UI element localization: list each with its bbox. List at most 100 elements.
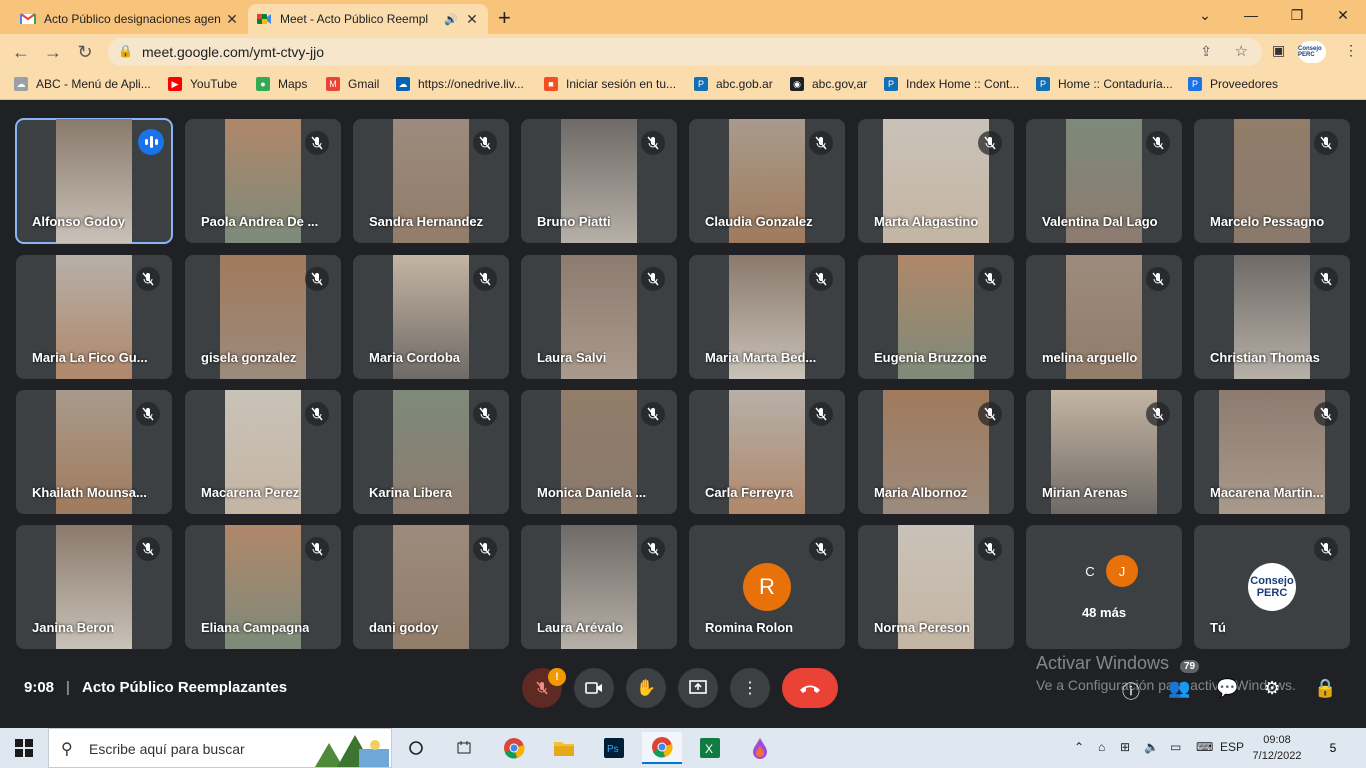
- mic-muted-icon: [136, 267, 160, 291]
- tab-gmail[interactable]: Acto Público designaciones agen ✕: [12, 4, 248, 34]
- bookmark-item[interactable]: ◉ abc.gov,ar: [790, 77, 867, 91]
- participant-tile[interactable]: gisela gonzalez: [185, 255, 341, 379]
- taskbar-clock[interactable]: 09:08 7/12/2022: [1252, 732, 1302, 764]
- participant-tile[interactable]: Monica Daniela ...: [521, 390, 677, 514]
- more-participants-label: 48 más: [1081, 605, 1127, 620]
- bookmark-item[interactable]: P Proveedores: [1188, 77, 1278, 91]
- present-screen-button[interactable]: [678, 668, 718, 708]
- bookmark-star-icon[interactable]: ☆: [1235, 42, 1248, 60]
- participant-tile[interactable]: Laura Salvi: [521, 255, 677, 379]
- task-view-icon[interactable]: [396, 732, 436, 764]
- info-icon[interactable]: ⓘ: [1122, 678, 1140, 704]
- camera-toggle-button[interactable]: [574, 668, 614, 708]
- reload-icon[interactable]: ↻: [74, 42, 96, 63]
- excel-icon[interactable]: X: [690, 732, 730, 764]
- raise-hand-button[interactable]: ✋: [626, 668, 666, 708]
- participant-tile[interactable]: melina arguello: [1026, 255, 1182, 379]
- taskbar-search-box[interactable]: ⚲ Escribe aquí para buscar: [48, 728, 392, 768]
- participant-tile[interactable]: Paola Andrea De ...: [185, 119, 341, 243]
- bookmark-item[interactable]: ● Maps: [256, 77, 307, 91]
- participant-name: Marta Alagastino: [874, 214, 979, 229]
- participant-tile[interactable]: Laura Arévalo: [521, 525, 677, 649]
- photoshop-icon[interactable]: Ps: [594, 732, 634, 764]
- language-indicator[interactable]: ESP: [1220, 740, 1244, 754]
- more-participants-tile[interactable]: C J 48 más: [1026, 525, 1182, 649]
- participant-tile[interactable]: Eliana Campagna: [185, 525, 341, 649]
- notification-center-button[interactable]: 5: [1322, 738, 1344, 758]
- close-window-icon[interactable]: ✕: [1320, 0, 1366, 30]
- participant-tile[interactable]: Christian Thomas: [1194, 255, 1350, 379]
- participant-tile[interactable]: Claudia Gonzalez: [689, 119, 845, 243]
- file-explorer-icon[interactable]: [544, 732, 584, 764]
- leave-call-button[interactable]: [782, 668, 838, 708]
- people-icon[interactable]: 👥: [1168, 678, 1190, 699]
- display-icon[interactable]: ▭: [1170, 740, 1181, 754]
- start-button[interactable]: [0, 728, 48, 768]
- profile-avatar[interactable]: Consejo PERC: [1298, 41, 1326, 63]
- participant-tile[interactable]: Marta Alagastino: [858, 119, 1014, 243]
- participant-tile[interactable]: Maria Albornoz: [858, 390, 1014, 514]
- share-icon[interactable]: ⇪: [1200, 43, 1212, 60]
- participant-tile[interactable]: Maria Marta Bed...: [689, 255, 845, 379]
- lock-icon[interactable]: 🔒: [118, 44, 133, 58]
- back-icon[interactable]: ←: [10, 42, 32, 63]
- bookmark-item[interactable]: ☁ ABC - Menú de Apli...: [14, 77, 151, 91]
- minimize-icon[interactable]: —: [1228, 0, 1274, 30]
- participant-tile[interactable]: Alfonso Godoy: [15, 118, 173, 244]
- participant-tile[interactable]: Maria La Fico Gu...: [16, 255, 172, 379]
- close-tab-icon[interactable]: ✕: [464, 11, 480, 28]
- chrome-active-window-icon[interactable]: [642, 732, 682, 764]
- participant-tile[interactable]: Macarena Martin...: [1194, 390, 1350, 514]
- bookmark-label: abc.gob.ar: [716, 77, 773, 91]
- participant-tile[interactable]: Marcelo Pessagno: [1194, 119, 1350, 243]
- bookmark-item[interactable]: P Index Home :: Cont...: [884, 77, 1019, 91]
- keyboard-icon[interactable]: ⌨: [1196, 740, 1213, 754]
- participant-tile[interactable]: Karina Libera: [353, 390, 509, 514]
- participant-tile[interactable]: Bruno Piatti: [521, 119, 677, 243]
- chrome-taskbar-icon[interactable]: [494, 732, 534, 764]
- participant-tile[interactable]: Carla Ferreyra: [689, 390, 845, 514]
- participant-name: Christian Thomas: [1210, 350, 1320, 365]
- address-bar[interactable]: 🔒 meet.google.com/ymt-ctvy-jjo ⇪ ☆: [108, 38, 1262, 66]
- participant-tile[interactable]: Khailath Mounsa...: [16, 390, 172, 514]
- bookmark-item[interactable]: Pabc.gob.ar: [694, 77, 773, 91]
- tab-meet[interactable]: Meet - Acto Público Reempl 🔊 ✕: [248, 4, 488, 34]
- widgets-icon[interactable]: [444, 732, 484, 764]
- participant-tile[interactable]: dani godoy: [353, 525, 509, 649]
- speaker-icon[interactable]: 🔊: [444, 13, 458, 26]
- forward-icon[interactable]: →: [42, 42, 64, 63]
- network-icon[interactable]: ⊞: [1120, 740, 1130, 754]
- participant-tile[interactable]: Norma Pereson: [858, 525, 1014, 649]
- close-tab-icon[interactable]: ✕: [224, 11, 240, 28]
- participant-tile[interactable]: Valentina Dal Lago: [1026, 119, 1182, 243]
- participant-tile[interactable]: Macarena Perez: [185, 390, 341, 514]
- maximize-icon[interactable]: ❐: [1274, 0, 1320, 30]
- new-tab-button[interactable]: +: [498, 5, 511, 31]
- bookmark-item[interactable]: ☁ https://onedrive.liv...: [396, 77, 524, 91]
- host-controls-icon[interactable]: 🔒: [1314, 678, 1336, 699]
- globe-icon: ◉: [790, 77, 804, 91]
- bookmark-item[interactable]: M Gmail: [326, 77, 379, 91]
- tab-search-icon[interactable]: ⌄: [1182, 0, 1228, 30]
- participant-tile[interactable]: Sandra Hernandez: [353, 119, 509, 243]
- bookmark-item[interactable]: ■ Iniciar sesión en tu...: [544, 77, 676, 91]
- bookmark-item[interactable]: P Home :: Contaduría...: [1036, 77, 1173, 91]
- chat-icon[interactable]: 💬: [1216, 678, 1238, 699]
- participant-tile[interactable]: Mirian Arenas: [1026, 390, 1182, 514]
- menu-kebab-icon[interactable]: ⋮: [1344, 42, 1358, 59]
- tab-title: Acto Público designaciones agen: [44, 12, 221, 26]
- more-options-button[interactable]: ⋮: [730, 668, 770, 708]
- participant-tile[interactable]: Janina Beron: [16, 525, 172, 649]
- self-tile[interactable]: Consejo PERC Tú: [1194, 525, 1350, 649]
- side-panel-icon[interactable]: ▣: [1272, 42, 1285, 59]
- chevron-up-icon[interactable]: ⌃: [1074, 740, 1084, 754]
- device-icon[interactable]: ⌂: [1098, 740, 1105, 754]
- participant-tile[interactable]: Maria Cordoba: [353, 255, 509, 379]
- participant-tile[interactable]: R Romina Rolon: [689, 525, 845, 649]
- mic-muted-icon: [641, 402, 665, 426]
- volume-icon[interactable]: 🔈: [1144, 740, 1159, 754]
- bookmark-item[interactable]: ▶ YouTube: [168, 77, 237, 91]
- activities-icon[interactable]: ⚙: [1264, 678, 1280, 699]
- paint-drop-icon[interactable]: [740, 732, 780, 764]
- participant-tile[interactable]: Eugenia Bruzzone: [858, 255, 1014, 379]
